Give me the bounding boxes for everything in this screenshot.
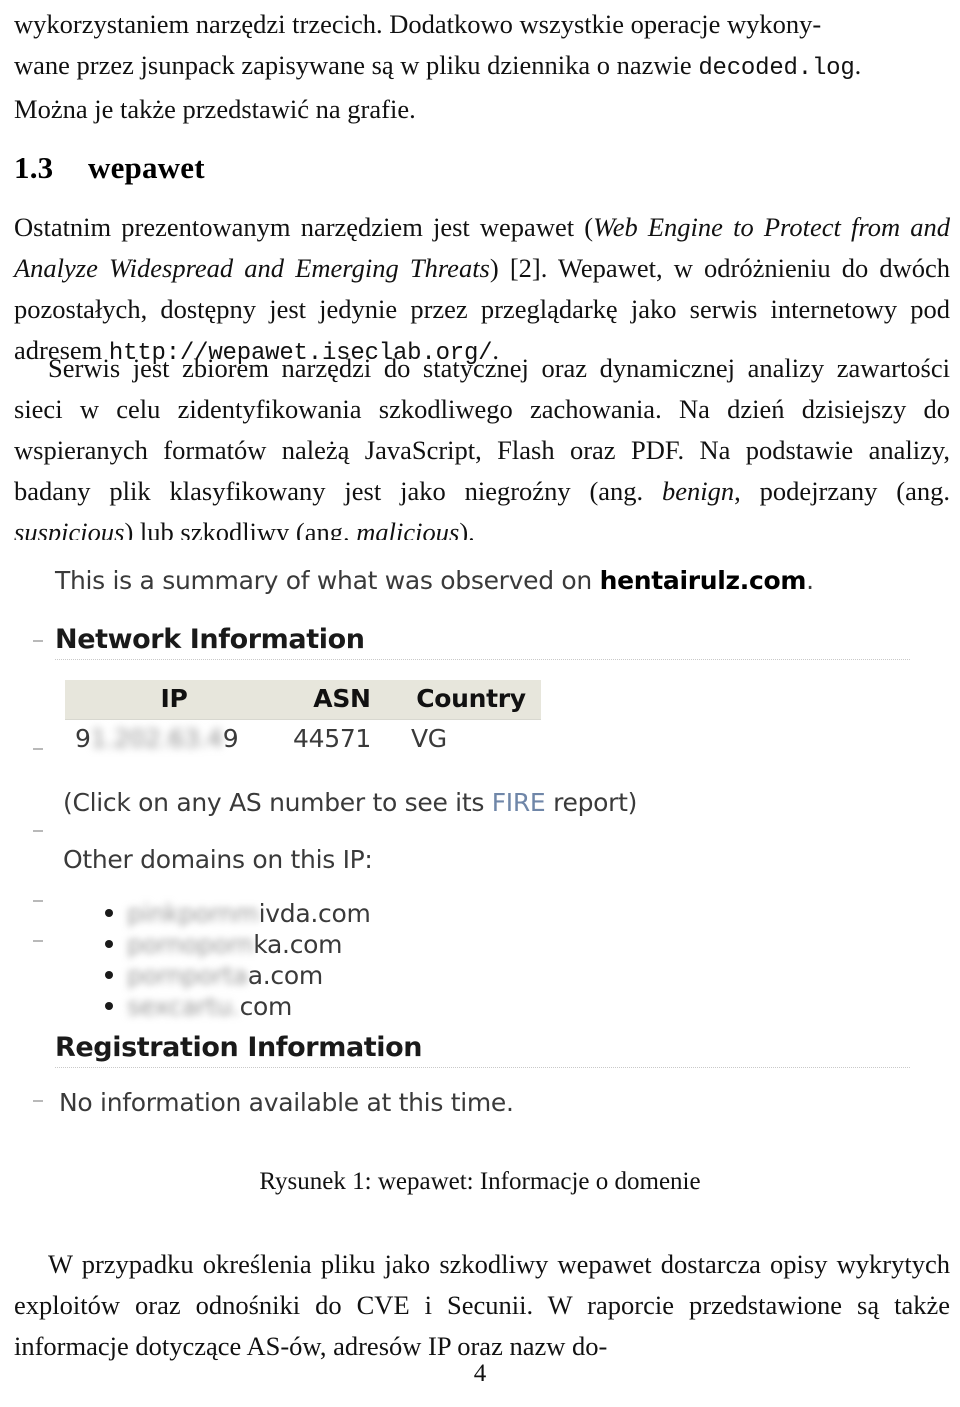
bullet-icon bbox=[105, 1002, 113, 1010]
list-item: sexcartu.com bbox=[83, 991, 371, 1022]
table-note: (Click on any AS number to see its FIRE … bbox=[63, 788, 637, 818]
top-paragraph-line1: wykorzystaniem narzędzi trzecich. Dodatk… bbox=[14, 9, 822, 39]
domain-redacted: pinkpornm bbox=[127, 899, 259, 928]
heading-divider bbox=[55, 1066, 910, 1068]
summary-line: This is a summary of what was observed o… bbox=[55, 566, 814, 596]
domain-visible: com bbox=[239, 992, 293, 1021]
top-paragraph-line2-text: wane przez jsunpack zapisywane są w plik… bbox=[14, 50, 699, 80]
top-paragraph: wykorzystaniem narzędzi trzecich. Dodatk… bbox=[14, 4, 950, 130]
column-header-ip: IP bbox=[65, 680, 283, 720]
paragraph3-text: W przypadku określenia pliku jako szkodl… bbox=[14, 1249, 950, 1361]
domain-visible: ivda.com bbox=[258, 899, 371, 928]
term-benign: benign bbox=[662, 476, 735, 506]
summary-suffix: . bbox=[806, 566, 814, 595]
registration-information-section: Registration Information bbox=[55, 1032, 910, 1068]
page-number: 4 bbox=[473, 1360, 487, 1387]
figure-caption: Rysunek 1: wepawet: Informacje o domenie bbox=[259, 1168, 701, 1195]
para1-seg1: Ostatnim prezentowanym narzędziem jest w… bbox=[14, 212, 594, 242]
domain-redacted: pornoporn bbox=[127, 930, 254, 959]
list-item: pornportaa.com bbox=[83, 960, 371, 991]
ip-redacted: 1.202.63.4 bbox=[90, 724, 223, 753]
table-note-suffix: report) bbox=[545, 788, 638, 817]
top-paragraph-line2-period: . bbox=[854, 50, 862, 80]
paragraph-after-figure: W przypadku określenia pliku jako szkodl… bbox=[14, 1244, 950, 1367]
paragraph-wepawet-description: Serwis jest zbiorem narzędzi do statyczn… bbox=[14, 348, 950, 553]
heading-divider bbox=[55, 658, 910, 660]
ip-visible-end: 9 bbox=[222, 724, 239, 753]
domain-redacted: sexcartu. bbox=[127, 992, 240, 1021]
table-note-prefix: (Click on any AS number to see its bbox=[63, 788, 492, 817]
domain-redacted: pornporta bbox=[127, 961, 248, 990]
list-item: pornopornka.com bbox=[83, 929, 371, 960]
summary-prefix: This is a summary of what was observed o… bbox=[55, 566, 600, 595]
summary-domain: hentairulz.com bbox=[599, 566, 807, 595]
capture-artifact-tick bbox=[33, 900, 43, 902]
bullet-icon bbox=[105, 909, 113, 917]
bullet-icon bbox=[105, 940, 113, 948]
section-title: wepawet bbox=[88, 150, 205, 185]
registration-information-heading: Registration Information bbox=[55, 1032, 423, 1063]
figure-wepawet-screenshot: This is a summary of what was observed o… bbox=[0, 540, 960, 1150]
registration-information-text: No information available at this time. bbox=[59, 1088, 514, 1117]
domain-visible: ka.com bbox=[253, 930, 343, 959]
cell-asn-link[interactable]: 44571 bbox=[283, 719, 401, 760]
bullet-icon bbox=[105, 971, 113, 979]
document-page: wykorzystaniem narzędzi trzecich. Dodatk… bbox=[0, 0, 960, 1407]
list-item: pinkpornmivda.com bbox=[83, 898, 371, 929]
cell-country: VG bbox=[401, 719, 541, 760]
para2-seg2: , podejrzany (ang. bbox=[734, 476, 950, 506]
capture-artifact-tick bbox=[33, 640, 43, 642]
ip-visible-start: 9 bbox=[75, 724, 91, 753]
capture-artifact-tick bbox=[33, 748, 43, 750]
network-information-section: Network Information bbox=[55, 624, 910, 660]
table-header-row: IP ASN Country bbox=[65, 680, 541, 720]
cell-ip: 91.202.63.49 bbox=[65, 719, 283, 760]
network-info-table: IP ASN Country 91.202.63.49 44571 VG bbox=[65, 680, 541, 760]
column-header-country: Country bbox=[401, 680, 541, 720]
fire-report-link[interactable]: FIRE bbox=[492, 788, 546, 817]
column-header-asn: ASN bbox=[283, 680, 401, 720]
table-row: 91.202.63.49 44571 VG bbox=[65, 719, 541, 760]
section-number: 1.3 bbox=[14, 150, 54, 185]
capture-artifact-tick bbox=[33, 830, 43, 832]
capture-artifact-tick bbox=[33, 1100, 43, 1102]
decoded-log-filename: decoded.log bbox=[698, 55, 855, 82]
network-information-heading: Network Information bbox=[55, 624, 365, 655]
section-heading: 1.3 wepawet bbox=[14, 150, 950, 186]
top-paragraph-line3: Można je także przedstawić na grafie. bbox=[14, 94, 416, 124]
other-domains-label: Other domains on this IP: bbox=[63, 845, 373, 874]
other-domains-list: pinkpornmivda.com pornopornka.com pornpo… bbox=[83, 898, 371, 1022]
capture-artifact-tick bbox=[33, 940, 43, 942]
domain-visible: a.com bbox=[247, 961, 323, 990]
